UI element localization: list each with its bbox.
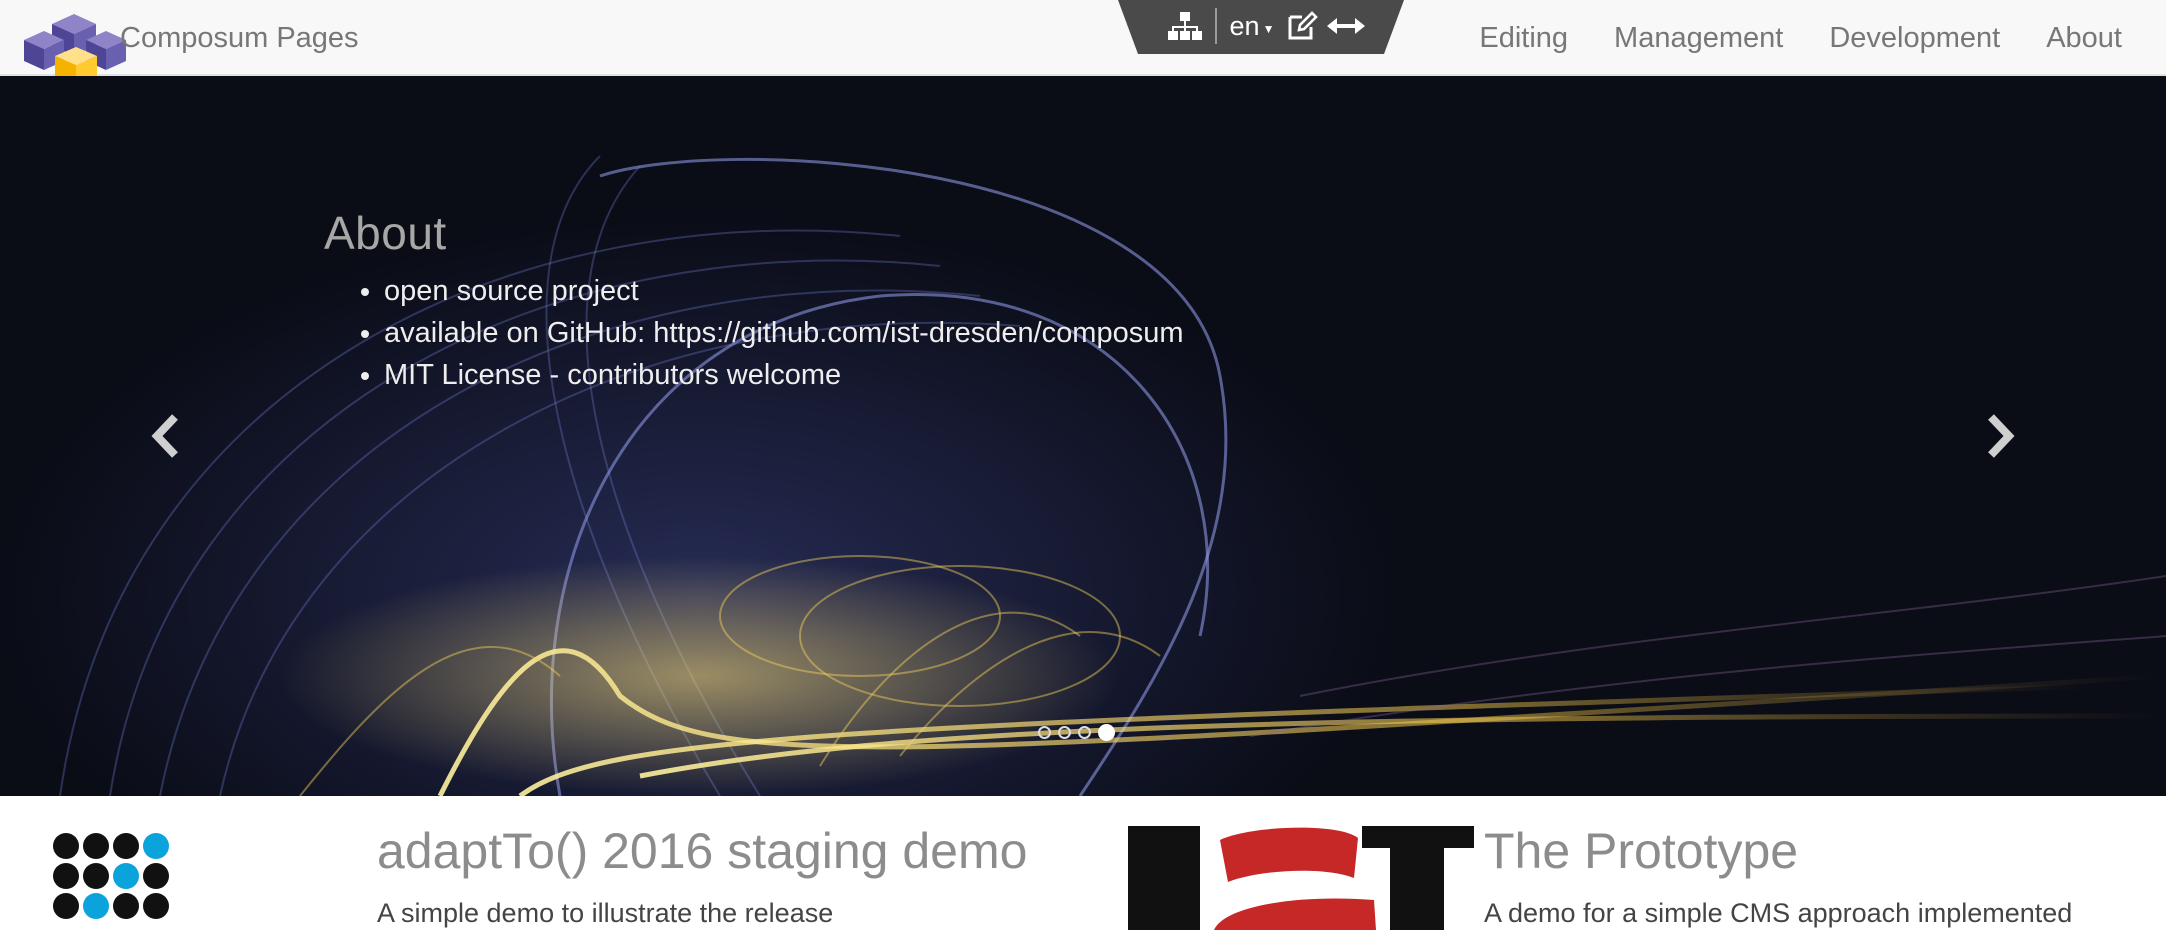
chevron-right-icon (1988, 414, 2015, 458)
carousel-next-button[interactable] (1970, 406, 2030, 466)
cubes-logo-icon (24, 14, 126, 86)
hero-carousel[interactable]: About open source project available on G… (0, 76, 2166, 796)
list-item: available on GitHub: https://github.com/… (384, 312, 1184, 354)
carousel-indicator-2[interactable] (1058, 726, 1071, 739)
carousel-background-image (0, 76, 2166, 796)
carousel-indicator-1[interactable] (1038, 726, 1051, 739)
language-select[interactable]: en ▼ (1226, 8, 1278, 44)
carousel-indicator-3[interactable] (1078, 726, 1091, 739)
carousel-heading: About (324, 207, 447, 259)
chevron-left-icon (151, 414, 178, 458)
carousel-prev-button[interactable] (136, 406, 196, 466)
top-navbar: Composum Pages en ▼ Editing Management D… (0, 0, 2166, 86)
edit-toolbar: en ▼ (1118, 0, 1404, 54)
nav-item-about[interactable]: About (2046, 22, 2122, 55)
sitemap-icon[interactable] (1162, 8, 1208, 44)
caret-down-icon: ▼ (1262, 22, 1275, 36)
nav-item-management[interactable]: Management (1614, 22, 1783, 55)
carousel-indicator-4[interactable] (1098, 724, 1115, 741)
list-item: open source project (384, 270, 1184, 312)
teaser-text-staging-demo: A simple demo to illustrate the release (377, 898, 834, 928)
teaser-title-prototype[interactable]: The Prototype (1484, 822, 1798, 880)
list-item: MIT License - contributors welcome (384, 354, 1184, 396)
edit-icon[interactable] (1282, 8, 1322, 44)
ist-logo-icon[interactable] (1128, 826, 1474, 930)
teaser-text-prototype: A demo for a simple CMS approach impleme… (1484, 898, 2073, 928)
dot-grid-logo-icon[interactable] (52, 832, 188, 930)
language-label: en (1229, 10, 1260, 41)
horizontal-arrows-icon[interactable] (1324, 8, 1368, 44)
toolbar-separator (1215, 8, 1217, 44)
carousel-bullet-list: open source project available on GitHub:… (324, 270, 1184, 396)
main-nav: Editing Management Development About (1433, 0, 2122, 76)
brand-name[interactable]: Composum Pages (120, 22, 359, 55)
carousel-caption: About open source project available on G… (324, 206, 1184, 396)
teaser-title-staging-demo[interactable]: adaptTo() 2016 staging demo (377, 822, 1027, 880)
carousel-indicators (1038, 724, 1122, 741)
nav-item-development[interactable]: Development (1829, 22, 2000, 55)
nav-item-editing[interactable]: Editing (1479, 22, 1568, 55)
